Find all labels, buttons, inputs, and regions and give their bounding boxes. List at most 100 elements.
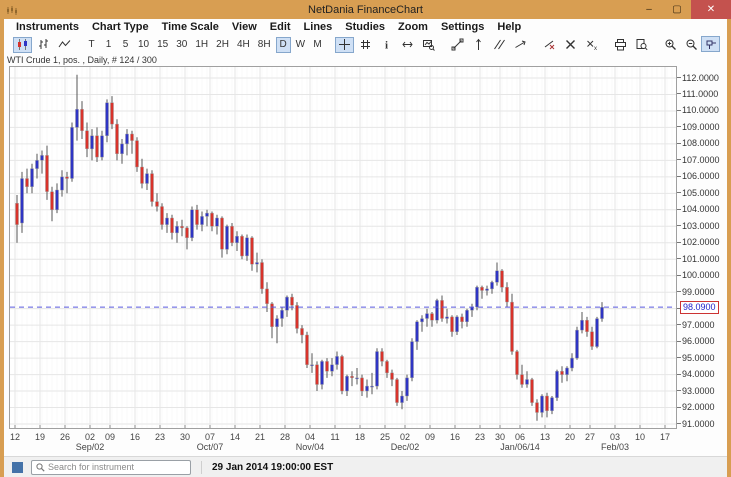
candle xyxy=(165,213,169,233)
x-axis-label: 23 xyxy=(154,432,165,442)
maximize-button[interactable]: ▢ xyxy=(663,0,691,19)
x-axis-label: 12 xyxy=(9,432,20,442)
pan-icon[interactable] xyxy=(398,37,417,53)
candle xyxy=(550,396,554,415)
print-icon[interactable] xyxy=(611,37,630,53)
candle xyxy=(50,186,54,222)
candle xyxy=(475,285,479,311)
search-input[interactable] xyxy=(48,462,186,472)
x-axis-label: 18 xyxy=(354,432,365,442)
x-axis-label: 09 xyxy=(104,432,115,442)
crosshair-icon[interactable] xyxy=(335,36,355,53)
candle xyxy=(385,359,389,378)
minimize-button[interactable]: – xyxy=(635,0,663,19)
y-axis-label: 107.0000 xyxy=(677,155,720,165)
menu-instruments[interactable]: Instruments xyxy=(16,21,79,33)
timescale-30-button[interactable]: 30 xyxy=(173,37,190,53)
menu-chart-type[interactable]: Chart Type xyxy=(92,21,149,33)
candle xyxy=(365,379,369,398)
candle xyxy=(260,259,264,294)
candle xyxy=(405,374,409,401)
timescale-4h-button[interactable]: 4H xyxy=(234,37,253,53)
timescale-5-button[interactable]: 5 xyxy=(118,37,133,53)
candle xyxy=(45,145,49,200)
candle xyxy=(275,315,279,344)
price-chart-canvas[interactable] xyxy=(10,67,676,428)
timescale-10-button[interactable]: 10 xyxy=(135,37,152,53)
candle xyxy=(30,163,34,194)
grid-icon[interactable] xyxy=(356,37,375,53)
candle xyxy=(210,211,214,232)
x-axis-label: 02 xyxy=(399,432,410,442)
candle xyxy=(215,214,219,235)
candle xyxy=(20,171,24,233)
menu-lines[interactable]: Lines xyxy=(304,21,333,33)
toolbar: T 1 5 10 15 30 1H 2H 4H 8H D W Mi x xyxy=(4,34,727,55)
candle xyxy=(425,308,429,327)
timescale-t-button[interactable]: T xyxy=(84,37,99,53)
timescale-1-button[interactable]: 1 xyxy=(101,37,116,53)
zoom-in-icon[interactable] xyxy=(661,37,680,53)
candle xyxy=(280,307,284,327)
candle xyxy=(460,313,464,329)
x-axis-label: 11 xyxy=(330,432,340,442)
candle xyxy=(185,226,189,250)
menu-settings[interactable]: Settings xyxy=(441,21,484,33)
candle xyxy=(595,316,599,349)
parallel-lines-icon[interactable] xyxy=(490,37,509,53)
menu-edit[interactable]: Edit xyxy=(270,21,291,33)
x-axis-label: 09 xyxy=(424,432,435,442)
candle xyxy=(40,150,44,174)
info-icon[interactable]: i xyxy=(377,37,396,53)
delete-line-icon[interactable] xyxy=(540,37,559,53)
menu-studies[interactable]: Studies xyxy=(345,21,385,33)
x-axis-label: 26 xyxy=(59,432,70,442)
chart-zoom-icon[interactable] xyxy=(419,37,438,53)
print-preview-icon[interactable] xyxy=(632,37,651,53)
timescale-w-button[interactable]: W xyxy=(293,37,308,53)
menu-time-scale[interactable]: Time Scale xyxy=(162,21,219,33)
candle xyxy=(355,368,359,385)
trend-line-icon[interactable] xyxy=(448,37,467,53)
search-icon xyxy=(36,462,45,472)
ohlc-chart-icon[interactable] xyxy=(34,37,53,53)
candle xyxy=(590,326,594,350)
menu-help[interactable]: Help xyxy=(497,21,521,33)
candle xyxy=(400,391,404,410)
timescale-d-button[interactable]: D xyxy=(275,36,291,53)
candle xyxy=(285,295,289,317)
x-axis-label: 06 xyxy=(514,432,525,442)
candlestick-chart-icon[interactable] xyxy=(13,36,32,53)
status-separator xyxy=(201,460,202,474)
y-axis-label: 109.0000 xyxy=(677,122,720,132)
timescale-m-button[interactable]: M xyxy=(310,37,325,53)
candle xyxy=(320,359,324,390)
line-chart-icon[interactable] xyxy=(55,37,74,53)
timescale-8h-button[interactable]: 8H xyxy=(255,37,274,53)
vertical-line-icon[interactable] xyxy=(469,37,488,53)
delete-selected-icon[interactable]: x xyxy=(582,37,601,53)
close-button[interactable]: ✕ xyxy=(691,0,731,19)
menu-zoom[interactable]: Zoom xyxy=(398,21,428,33)
candle xyxy=(545,392,549,418)
x-axis-label: 19 xyxy=(34,432,45,442)
x-axis-month-label: Jan/06/14 xyxy=(500,442,540,452)
delete-all-icon[interactable] xyxy=(561,37,580,53)
timescale-1h-button[interactable]: 1H xyxy=(192,37,211,53)
toolbar-group xyxy=(12,36,75,53)
x-axis-label: 27 xyxy=(584,432,595,442)
candle xyxy=(570,353,574,372)
ray-line-icon[interactable] xyxy=(511,37,530,53)
zoom-out-icon[interactable] xyxy=(682,37,701,53)
candle xyxy=(335,351,339,370)
timescale-15-button[interactable]: 15 xyxy=(154,37,171,53)
candle xyxy=(150,170,154,207)
candle xyxy=(255,252,259,273)
y-axis-label: 108.0000 xyxy=(677,138,720,148)
timescale-2h-button[interactable]: 2H xyxy=(213,37,232,53)
candle xyxy=(330,358,334,377)
menu-view[interactable]: View xyxy=(232,21,257,33)
x-axis-label: 04 xyxy=(304,432,315,442)
candle xyxy=(395,377,399,406)
pin-icon[interactable] xyxy=(701,36,720,52)
